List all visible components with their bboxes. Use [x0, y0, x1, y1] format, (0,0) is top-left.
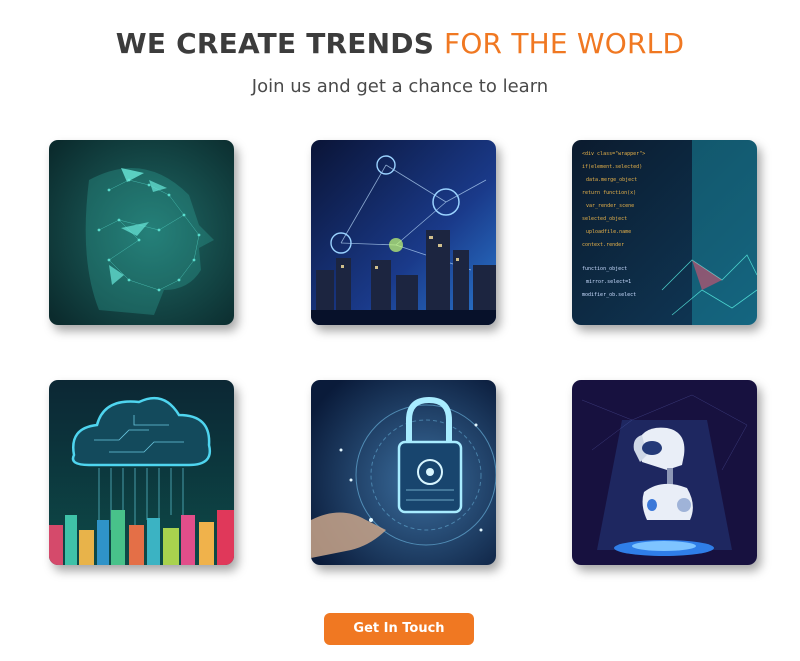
svg-text:data.merge_object: data.merge_object	[586, 177, 637, 183]
svg-text:var_render_scene: var_render_scene	[586, 203, 634, 209]
title-accent: FOR THE WORLD	[444, 27, 685, 60]
image-code-screen: <div class="wrapper"> if(element.selecte…	[572, 140, 757, 325]
svg-text:context.render: context.render	[582, 242, 624, 248]
get-in-touch-button[interactable]: Get In Touch	[324, 613, 474, 645]
svg-text:uploadfile.name: uploadfile.name	[586, 229, 631, 235]
svg-text:function_object: function_object	[582, 266, 627, 272]
image-ai-face	[49, 140, 234, 325]
cloud-city-illustration	[49, 380, 234, 565]
image-robot-ai	[572, 380, 757, 565]
image-cyber-security	[311, 380, 496, 565]
image-smart-city	[311, 140, 496, 325]
page-subtitle: Join us and get a chance to learn	[251, 76, 549, 97]
svg-text:return function(x): return function(x)	[582, 190, 636, 196]
robot-illustration	[572, 380, 757, 565]
cyber-lock-illustration	[311, 380, 496, 565]
title-main: WE CREATE TRENDS	[115, 27, 435, 60]
svg-text:selected_object: selected_object	[582, 216, 627, 222]
svg-text:mirror.select=1: mirror.select=1	[586, 279, 631, 285]
image-cloud-computing	[49, 380, 234, 565]
svg-text:<div class="wrapper">: <div class="wrapper">	[582, 151, 645, 157]
ai-face-illustration	[49, 140, 234, 325]
page-title: WE CREATE TRENDS FOR THE WORLD	[0, 27, 800, 60]
svg-text:if(element.selected): if(element.selected)	[582, 164, 642, 170]
svg-text:modifier_ob.select: modifier_ob.select	[582, 292, 636, 298]
smart-city-illustration	[311, 140, 496, 325]
code-screen-illustration: <div class="wrapper"> if(element.selecte…	[572, 140, 757, 325]
